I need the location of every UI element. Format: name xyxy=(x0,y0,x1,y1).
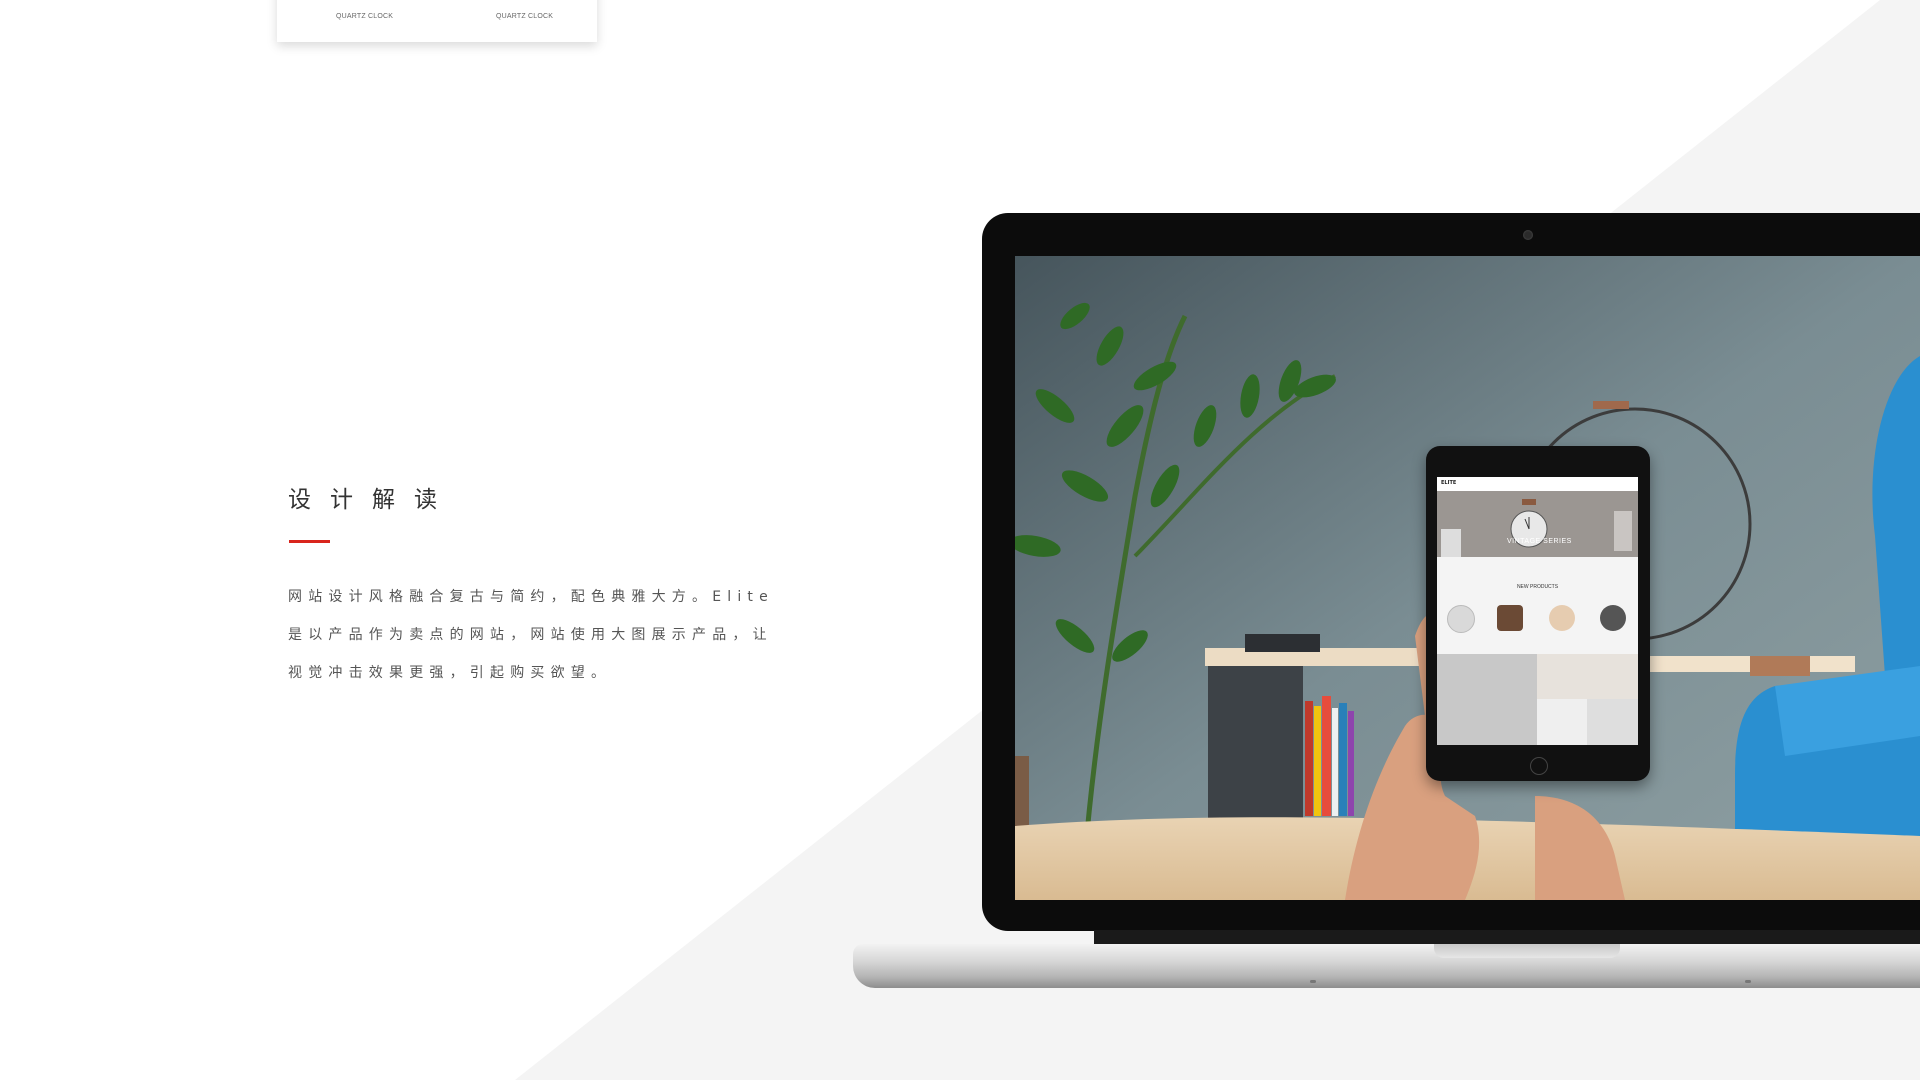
laptop-hinge xyxy=(1094,930,1920,944)
description-line-3: 视觉冲击效果更强，引起购买欲望。 xyxy=(288,665,612,681)
product-tile-wood xyxy=(1537,699,1587,745)
tablet-hero-title: VINTAGE SERIES xyxy=(1507,538,1572,545)
clock-product-card: QUARTZ CLOCK QUARTZ CLOCK xyxy=(277,0,597,42)
description-line-2: 是以产品作为卖点的网站，网站使用大图展示产品，让 xyxy=(288,627,773,643)
laptop-foot xyxy=(1745,980,1751,983)
tablet-screen: ELITE VINTAGE SERIES NEW PRODUCTS xyxy=(1437,477,1638,745)
product-tile-clock xyxy=(1587,699,1638,745)
product-tile-large xyxy=(1437,654,1537,745)
product-tile-plant xyxy=(1537,654,1638,699)
webcam-icon xyxy=(1523,230,1533,240)
description-line-1: 网站设计风格融合复古与简约，配色典雅大方。Elite xyxy=(288,589,774,605)
section-description: 网站设计风格融合复古与简约，配色典雅大方。Elite 是以产品作为卖点的网站，网… xyxy=(288,578,808,692)
product-clock-icon xyxy=(1447,605,1475,633)
laptop-foot xyxy=(1310,980,1316,983)
laptop-opening-notch xyxy=(1434,944,1620,958)
card-caption-left: QUARTZ CLOCK xyxy=(336,13,394,20)
card-caption-right: QUARTZ CLOCK xyxy=(496,13,554,20)
tablet-section-title: NEW PRODUCTS xyxy=(1516,584,1559,590)
product-wood-clock-icon xyxy=(1497,605,1523,631)
product-clock-icon-3 xyxy=(1600,605,1626,631)
tablet-home-button xyxy=(1530,757,1548,775)
tablet-site-hero: VINTAGE SERIES xyxy=(1437,491,1638,557)
hero-clock-icon xyxy=(1441,499,1632,557)
tablet-site-logo: ELITE xyxy=(1441,480,1457,486)
heading-underline xyxy=(289,540,330,543)
section-heading: 设计解读 xyxy=(288,487,456,513)
tablet-site-navbar: ELITE xyxy=(1437,477,1638,491)
product-clock-icon-2 xyxy=(1549,605,1575,631)
laptop-base xyxy=(853,944,1920,988)
